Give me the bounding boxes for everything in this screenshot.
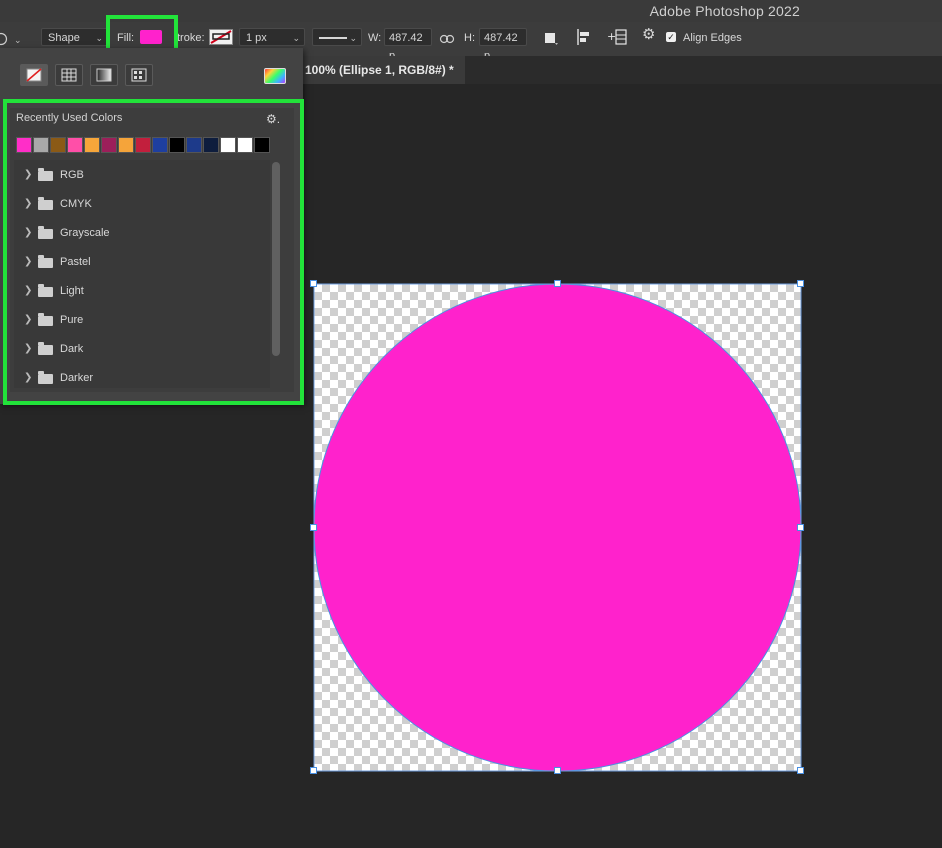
ellipse-shape bbox=[313, 283, 802, 772]
transform-handle-top-left[interactable] bbox=[310, 280, 317, 287]
transform-handle-bottom[interactable] bbox=[554, 767, 561, 774]
transform-handle-right[interactable] bbox=[797, 524, 804, 531]
transform-handle-left[interactable] bbox=[310, 524, 317, 531]
transform-handle-top[interactable] bbox=[554, 280, 561, 287]
transform-handle-bottom-left[interactable] bbox=[310, 767, 317, 774]
transform-handle-top-right[interactable] bbox=[797, 280, 804, 287]
transform-handle-bottom-right[interactable] bbox=[797, 767, 804, 774]
ellipse-layer-svg bbox=[313, 283, 802, 772]
